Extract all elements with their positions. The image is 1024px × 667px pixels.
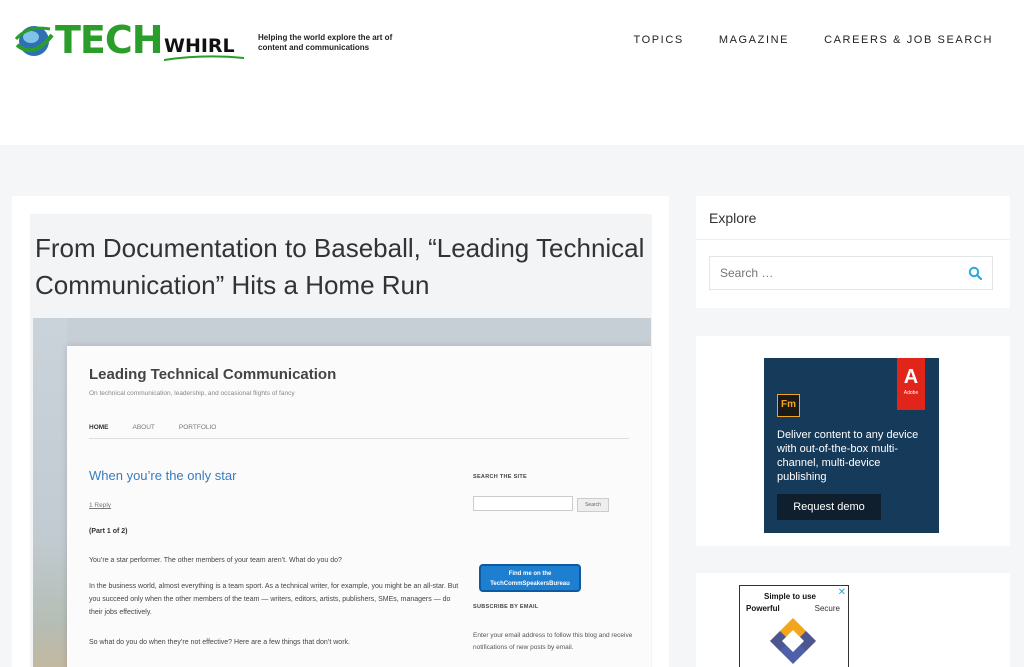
ad-secure: Secure [814, 604, 840, 613]
explore-title: Explore [709, 210, 757, 226]
image-background-strip [33, 318, 67, 667]
search-input[interactable] [720, 266, 950, 280]
post-paragraph-3: So what do you do when they’re not effec… [89, 639, 350, 646]
globe-icon [14, 26, 54, 56]
nav-topics[interactable]: TOPICS [633, 34, 683, 46]
article-title[interactable]: From Documentation to Baseball, “Leading… [35, 230, 650, 304]
nav-careers-job-search[interactable]: CAREERS & JOB SEARCH [824, 34, 993, 46]
techwhirl-logo[interactable]: TECH WHIRL [14, 18, 244, 62]
blog-screenshot: Leading Technical Communication On techn… [67, 346, 651, 667]
site-tagline: Helping the world explore the art of con… [258, 33, 393, 52]
blog-title: Leading Technical Communication [89, 366, 337, 383]
main-nav: TOPICS MAGAZINE CAREERS & JOB SEARCH [633, 34, 993, 46]
blog-search-input [473, 496, 573, 511]
site-header: TECH WHIRL Helping the world explore the… [0, 0, 1024, 145]
logo-swoosh [164, 55, 244, 61]
article-card: From Documentation to Baseball, “Leading… [12, 196, 669, 667]
blog-nav: HOME ABOUT PORTFOLIO [89, 424, 216, 431]
blog-search-button: Search [577, 498, 609, 512]
post-paragraph-1: You’re a star performer. The other membe… [89, 557, 342, 564]
reply-link: 1 Reply [89, 502, 112, 509]
diamond-logo-icon [770, 618, 816, 664]
nav-magazine[interactable]: MAGAZINE [719, 34, 789, 46]
ad-copy: Deliver content to any device with out-o… [777, 429, 919, 483]
subscribe-heading: SUBSCRIBE BY EMAIL [473, 604, 539, 610]
explore-widget: Explore [696, 196, 1010, 308]
blog-nav-portfolio: PORTFOLIO [178, 424, 217, 431]
adobe-framemaker-ad[interactable]: A Adobe Fm Deliver content to any device… [764, 358, 939, 533]
post-title: When you’re the only star [89, 468, 237, 483]
article-content: From Documentation to Baseball, “Leading… [30, 214, 652, 667]
adobe-a-icon: A [903, 366, 919, 388]
search-form [709, 256, 993, 290]
post-part-label: (Part 1 of 2) [89, 528, 128, 535]
request-demo-button[interactable]: Request demo [777, 494, 881, 520]
divider [89, 438, 629, 439]
framemaker-icon: Fm [777, 394, 800, 417]
blog-subtitle: On technical communication, leadership, … [89, 390, 295, 397]
simple-powerful-secure-ad[interactable]: ✕ Simple to use Powerful Secure [739, 585, 849, 667]
ad-headline: Simple to use [763, 592, 816, 601]
subscribe-text: Enter your email address to follow this … [473, 632, 633, 651]
blog-nav-about: ABOUT [132, 424, 155, 431]
secondary-ad-widget: ✕ Simple to use Powerful Secure [696, 573, 1010, 667]
post-paragraph-2: In the business world, almost everything… [89, 583, 459, 616]
speakers-bureau-badge: Find me on the TechCommSpeakersBureau [479, 564, 581, 592]
blog-nav-home: HOME [89, 424, 109, 431]
divider [696, 239, 1010, 240]
ad-powerful: Powerful [746, 604, 780, 613]
logo-text-tech: TECH [55, 18, 164, 62]
adobe-logo: A Adobe [897, 358, 925, 410]
article-featured-image: Leading Technical Communication On techn… [33, 318, 651, 667]
logo-text-whirl: WHIRL [164, 35, 235, 57]
adobe-brand-label: Adobe [903, 390, 919, 396]
search-icon[interactable] [968, 266, 982, 280]
adobe-ad-widget: A Adobe Fm Deliver content to any device… [696, 336, 1010, 546]
search-site-heading: SEARCH THE SITE [473, 474, 528, 480]
